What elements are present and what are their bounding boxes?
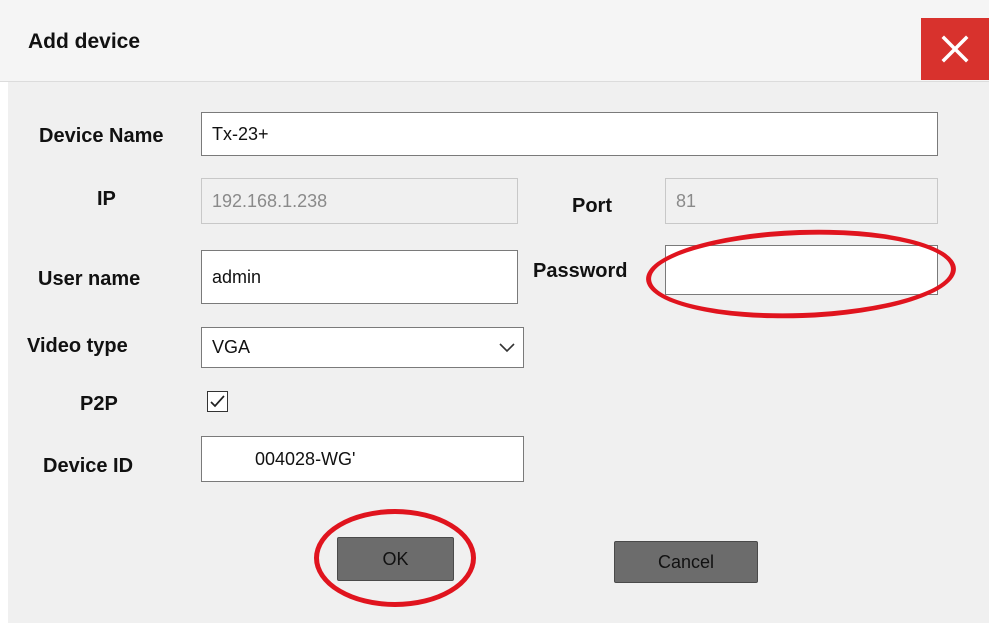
close-x-icon (941, 35, 969, 63)
ok-button[interactable]: OK (337, 537, 454, 581)
cancel-button[interactable]: Cancel (614, 541, 758, 583)
video-type-select[interactable]: VGA (201, 327, 524, 368)
password-label: Password (533, 260, 628, 282)
dialog-title: Add device (28, 30, 141, 53)
username-field[interactable] (201, 250, 518, 304)
add-device-dialog: Add device Device Name IP Port User name… (0, 0, 989, 623)
port-field[interactable] (665, 178, 938, 224)
device-id-label: Device ID (43, 455, 134, 477)
close-button[interactable] (921, 18, 989, 80)
device-id-field[interactable] (201, 436, 524, 482)
ip-field[interactable] (201, 178, 518, 224)
video-type-label: Video type (27, 335, 128, 357)
chevron-down-icon (499, 342, 515, 352)
p2p-checkbox[interactable] (207, 391, 228, 412)
port-label: Port (572, 195, 612, 217)
device-name-label: Device Name (39, 125, 164, 147)
video-type-selected: VGA (212, 337, 251, 357)
title-bar: Add device (0, 0, 989, 82)
checkmark-icon (210, 395, 225, 408)
ip-label: IP (97, 188, 116, 210)
device-name-field[interactable] (201, 112, 938, 156)
p2p-label: P2P (80, 393, 118, 415)
username-label: User name (38, 268, 141, 290)
password-field[interactable] (665, 245, 938, 295)
